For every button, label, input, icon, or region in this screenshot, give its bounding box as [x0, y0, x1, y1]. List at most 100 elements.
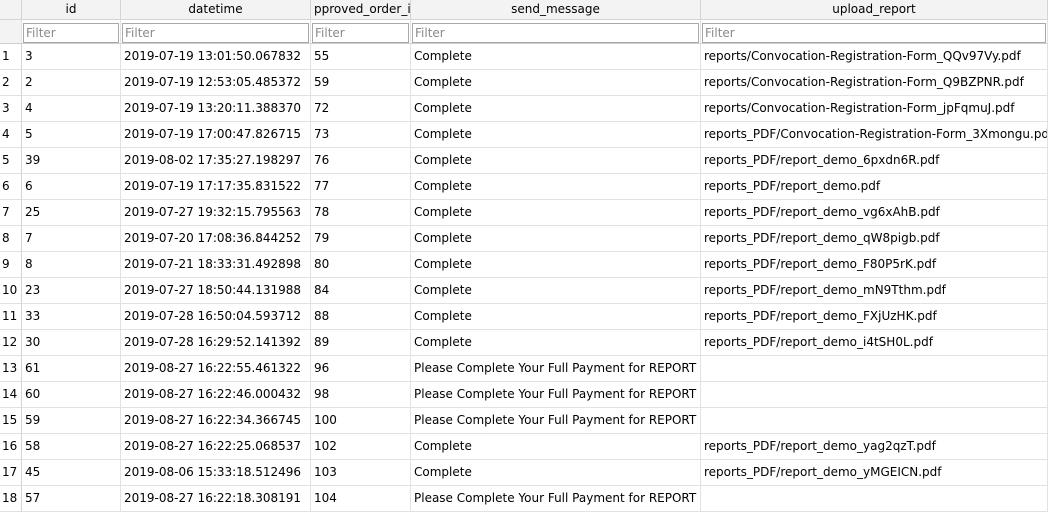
table-row[interactable]: 10 23 2019-07-27 18:50:44.131988 84 Complete… — [0, 278, 1049, 304]
cell-datetime[interactable]: 2019-07-19 17:17:35.831522 — [121, 174, 311, 200]
cell-upload-report[interactable] — [701, 356, 1048, 382]
cell-approved-order-id[interactable]: 98 — [311, 382, 411, 408]
row-number[interactable]: 14 — [0, 382, 22, 408]
cell-upload-report[interactable] — [701, 486, 1048, 512]
column-header-datetime[interactable]: datetime — [121, 0, 311, 20]
cell-datetime[interactable]: 2019-07-28 16:50:04.593712 — [121, 304, 311, 330]
cell-send-message[interactable]: Complete — [411, 44, 701, 70]
table-row[interactable]: 4 5 2019-07-19 17:00:47.826715 73 Complete re… — [0, 122, 1049, 148]
cell-send-message[interactable]: Complete — [411, 278, 701, 304]
table-row[interactable]: 2 2 2019-07-19 12:53:05.485372 59 Complete re… — [0, 70, 1049, 96]
cell-approved-order-id[interactable]: 80 — [311, 252, 411, 278]
row-number[interactable]: 16 — [0, 434, 22, 460]
table-row[interactable]: 7 25 2019-07-27 19:32:15.795563 78 Complete r… — [0, 200, 1049, 226]
cell-id[interactable]: 2 — [22, 70, 121, 96]
cell-send-message[interactable]: Complete — [411, 96, 701, 122]
cell-send-message[interactable]: Complete — [411, 460, 701, 486]
cell-send-message[interactable]: Please Complete Your Full Payment for RE… — [411, 486, 701, 512]
cell-approved-order-id[interactable]: 59 — [311, 70, 411, 96]
table-row[interactable]: 11 33 2019-07-28 16:50:04.593712 88 Complete… — [0, 304, 1049, 330]
cell-upload-report[interactable]: reports/Convocation-Registration-Form_Q9… — [701, 70, 1048, 96]
column-header-id[interactable]: id — [22, 0, 121, 20]
cell-id[interactable]: 58 — [22, 434, 121, 460]
cell-upload-report[interactable]: reports_PDF/report_demo_vg6xAhB.pdf — [701, 200, 1048, 226]
cell-send-message[interactable]: Please Complete Your Full Payment for RE… — [411, 382, 701, 408]
row-number[interactable]: 17 — [0, 460, 22, 486]
cell-send-message[interactable]: Complete — [411, 70, 701, 96]
cell-upload-report[interactable]: reports_PDF/Convocation-Registration-For… — [701, 122, 1048, 148]
table-row[interactable]: 18 57 2019-08-27 16:22:18.308191 104 Please … — [0, 486, 1049, 512]
table-row[interactable]: 16 58 2019-08-27 16:22:25.068537 102 Complet… — [0, 434, 1049, 460]
cell-approved-order-id[interactable]: 96 — [311, 356, 411, 382]
cell-datetime[interactable]: 2019-07-28 16:29:52.141392 — [121, 330, 311, 356]
cell-send-message[interactable]: Complete — [411, 174, 701, 200]
cell-id[interactable]: 23 — [22, 278, 121, 304]
cell-datetime[interactable]: 2019-07-21 18:33:31.492898 — [121, 252, 311, 278]
row-number[interactable]: 7 — [0, 200, 22, 226]
cell-approved-order-id[interactable]: 77 — [311, 174, 411, 200]
cell-id[interactable]: 8 — [22, 252, 121, 278]
table-row[interactable]: 3 4 2019-07-19 13:20:11.388370 72 Complete re… — [0, 96, 1049, 122]
cell-datetime[interactable]: 2019-08-27 16:22:46.000432 — [121, 382, 311, 408]
table-row[interactable]: 5 39 2019-08-02 17:35:27.198297 76 Complete r… — [0, 148, 1049, 174]
cell-datetime[interactable]: 2019-08-27 16:22:18.308191 — [121, 486, 311, 512]
cell-datetime[interactable]: 2019-07-19 13:20:11.388370 — [121, 96, 311, 122]
row-number[interactable]: 15 — [0, 408, 22, 434]
table-row[interactable]: 13 61 2019-08-27 16:22:55.461322 96 Please C… — [0, 356, 1049, 382]
row-number[interactable]: 11 — [0, 304, 22, 330]
cell-send-message[interactable]: Complete — [411, 148, 701, 174]
filter-input-upload-report[interactable] — [702, 23, 1046, 43]
cell-upload-report[interactable]: reports_PDF/report_demo_FXjUzHK.pdf — [701, 304, 1048, 330]
cell-datetime[interactable]: 2019-08-27 16:22:34.366745 — [121, 408, 311, 434]
cell-datetime[interactable]: 2019-08-27 16:22:55.461322 — [121, 356, 311, 382]
cell-approved-order-id[interactable]: 72 — [311, 96, 411, 122]
cell-id[interactable]: 57 — [22, 486, 121, 512]
filter-input-send-message[interactable] — [412, 23, 699, 43]
cell-id[interactable]: 4 — [22, 96, 121, 122]
cell-approved-order-id[interactable]: 100 — [311, 408, 411, 434]
filter-input-datetime[interactable] — [122, 23, 309, 43]
cell-approved-order-id[interactable]: 76 — [311, 148, 411, 174]
cell-datetime[interactable]: 2019-07-19 17:00:47.826715 — [121, 122, 311, 148]
cell-approved-order-id[interactable]: 88 — [311, 304, 411, 330]
cell-send-message[interactable]: Complete — [411, 226, 701, 252]
cell-upload-report[interactable]: reports/Convocation-Registration-Form_jp… — [701, 96, 1048, 122]
column-header-upload-report[interactable]: upload_report — [701, 0, 1048, 20]
cell-id[interactable]: 5 — [22, 122, 121, 148]
cell-datetime[interactable]: 2019-07-19 12:53:05.485372 — [121, 70, 311, 96]
cell-id[interactable]: 61 — [22, 356, 121, 382]
cell-upload-report[interactable]: reports_PDF/report_demo_yag2qzT.pdf — [701, 434, 1048, 460]
cell-send-message[interactable]: Complete — [411, 434, 701, 460]
cell-approved-order-id[interactable]: 78 — [311, 200, 411, 226]
table-row[interactable]: 17 45 2019-08-06 15:33:18.512496 103 Complet… — [0, 460, 1049, 486]
cell-send-message[interactable]: Please Complete Your Full Payment for RE… — [411, 408, 701, 434]
cell-upload-report[interactable]: reports_PDF/report_demo_mN9Tthm.pdf — [701, 278, 1048, 304]
column-header-send-message[interactable]: send_message — [411, 0, 701, 20]
table-row[interactable]: 6 6 2019-07-19 17:17:35.831522 77 Complete re… — [0, 174, 1049, 200]
row-number[interactable]: 6 — [0, 174, 22, 200]
cell-id[interactable]: 59 — [22, 408, 121, 434]
cell-id[interactable]: 3 — [22, 44, 121, 70]
cell-id[interactable]: 39 — [22, 148, 121, 174]
row-number[interactable]: 5 — [0, 148, 22, 174]
row-number[interactable]: 12 — [0, 330, 22, 356]
cell-datetime[interactable]: 2019-07-20 17:08:36.844252 — [121, 226, 311, 252]
cell-send-message[interactable]: Complete — [411, 200, 701, 226]
cell-send-message[interactable]: Complete — [411, 304, 701, 330]
table-row[interactable]: 8 7 2019-07-20 17:08:36.844252 79 Complete re… — [0, 226, 1049, 252]
row-number[interactable]: 13 — [0, 356, 22, 382]
row-number[interactable]: 2 — [0, 70, 22, 96]
cell-upload-report[interactable]: reports/Convocation-Registration-Form_QQ… — [701, 44, 1048, 70]
filter-input-id[interactable] — [23, 23, 119, 43]
table-row[interactable]: 12 30 2019-07-28 16:29:52.141392 89 Complete… — [0, 330, 1049, 356]
cell-datetime[interactable]: 2019-08-02 17:35:27.198297 — [121, 148, 311, 174]
cell-id[interactable]: 7 — [22, 226, 121, 252]
row-number[interactable]: 3 — [0, 96, 22, 122]
column-header-approved-order-id[interactable]: pproved_order_i — [311, 0, 411, 20]
table-row[interactable]: 1 3 2019-07-19 13:01:50.067832 55 Complete re… — [0, 44, 1049, 70]
cell-send-message[interactable]: Complete — [411, 252, 701, 278]
row-number[interactable]: 10 — [0, 278, 22, 304]
cell-approved-order-id[interactable]: 104 — [311, 486, 411, 512]
cell-approved-order-id[interactable]: 79 — [311, 226, 411, 252]
row-number[interactable]: 4 — [0, 122, 22, 148]
